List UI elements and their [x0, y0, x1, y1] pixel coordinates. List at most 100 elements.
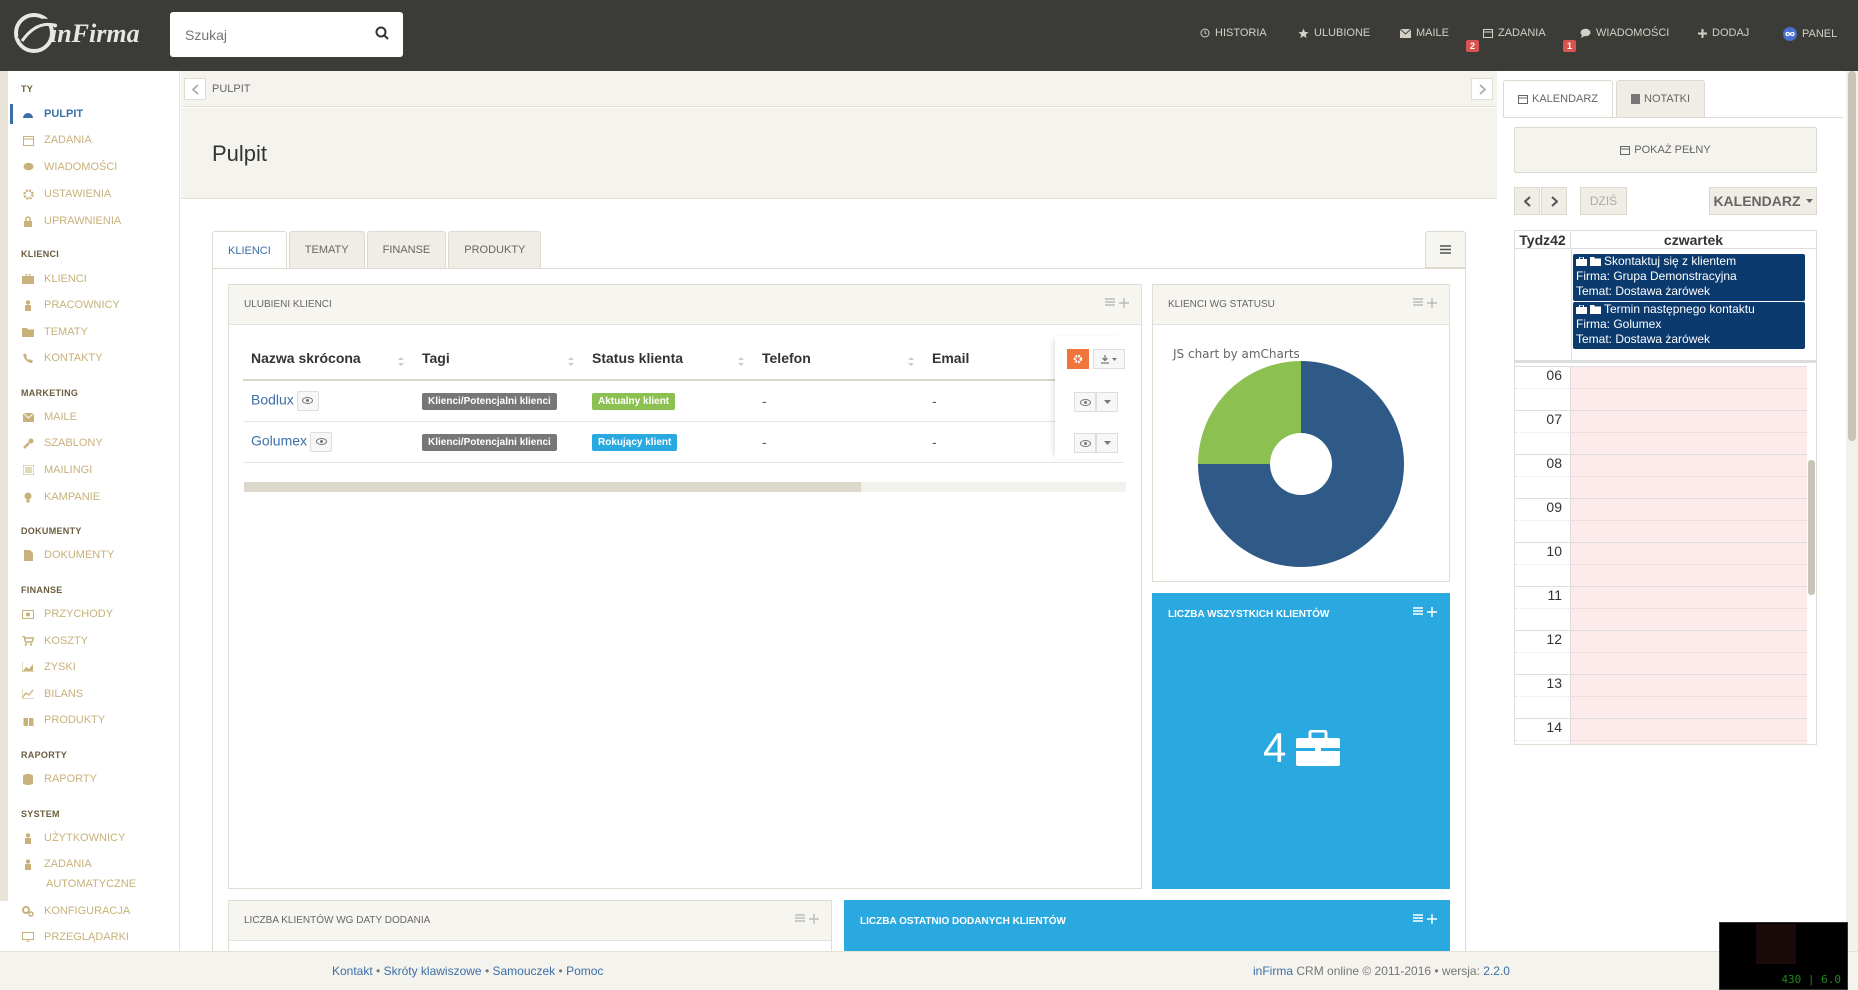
sidebar-item-konfiguracja[interactable]: KONFIGURACJA — [22, 905, 130, 917]
sidebar-item-dokumenty[interactable]: DOKUMENTY — [22, 549, 114, 561]
row-dropdown[interactable] — [1096, 392, 1118, 412]
sidebar-item-przegladarki[interactable]: PRZEGLĄDARKI — [22, 931, 129, 943]
move-icon[interactable] — [1427, 298, 1437, 308]
tab-klienci[interactable]: KLIENCI — [212, 231, 287, 269]
tab-tematy[interactable]: TEMATY — [288, 231, 365, 268]
tab-finanse[interactable]: FINANSE — [366, 231, 447, 268]
footer-link-samouczek[interactable]: Samouczek — [492, 964, 555, 978]
sidebar-item-ustawienia[interactable]: USTAWIENIA — [22, 188, 111, 200]
calendar-event[interactable]: Skontaktuj się z klientem Firma: Grupa D… — [1573, 254, 1805, 301]
table-scrollbar-thumb[interactable] — [244, 482, 861, 492]
tab-kalendarz[interactable]: KALENDARZ — [1503, 80, 1614, 117]
calendar-hour-row: 12 — [1515, 630, 1816, 674]
nav-maile[interactable]: MAILE — [1400, 27, 1449, 39]
client-link[interactable]: Bodlux — [251, 391, 294, 407]
row-view-button[interactable] — [1074, 433, 1096, 453]
sidebar-item-zadania[interactable]: ZADANIA — [22, 134, 92, 146]
panel-menu-icon[interactable] — [1413, 607, 1423, 615]
sidebar-item-produkty[interactable]: PRODUKTY — [22, 714, 105, 726]
page-scrollbar-thumb[interactable] — [1848, 71, 1856, 441]
hamburger-icon — [1440, 245, 1451, 254]
table-settings-button[interactable] — [1067, 349, 1089, 369]
eye-icon — [302, 397, 314, 405]
sidebar-item-mailingi[interactable]: MAILINGI — [22, 464, 92, 476]
calendar-prev-button[interactable] — [1514, 187, 1540, 215]
col-tagi[interactable]: Tagi — [414, 336, 584, 381]
tab-notatki[interactable]: NOTATKI — [1616, 80, 1706, 117]
sidebar-item-koszty[interactable]: KOSZTY — [22, 635, 88, 647]
calendar-next-button[interactable] — [1541, 187, 1567, 215]
nav-wiadomosci[interactable]: WIADOMOŚCI — [1580, 27, 1669, 39]
sidebar-item-kontakty[interactable]: KONTAKTY — [22, 352, 102, 364]
sidebar-item-tematy[interactable]: TEMATY — [22, 326, 88, 338]
move-icon[interactable] — [1427, 607, 1437, 617]
calendar-view-dropdown[interactable]: KALENDARZ — [1709, 187, 1817, 215]
row-dropdown[interactable] — [1096, 433, 1118, 453]
sidebar-item-bilans[interactable]: BILANS — [22, 688, 83, 700]
client-link[interactable]: Golumex — [251, 432, 307, 448]
nav-ulubione[interactable]: ULUBIONE — [1298, 27, 1370, 39]
calendar-icon — [1483, 29, 1493, 38]
col-nazwa[interactable]: Nazwa skrócona — [243, 336, 414, 381]
col-telefon[interactable]: Telefon — [754, 336, 924, 381]
section-system: SYSTEM — [21, 809, 60, 819]
gift-icon — [22, 714, 34, 726]
sidebar-item-wiadomosci[interactable]: WIADOMOŚCI — [22, 161, 117, 173]
sidebar-item-szablony[interactable]: SZABLONY — [22, 437, 103, 449]
pie-slice-1[interactable] — [1198, 361, 1301, 464]
sidebar-item-kampanie[interactable]: KAMPANIE — [22, 491, 100, 503]
sidebar-item-zadania-automatyczne[interactable]: ZADANIA — [22, 858, 92, 870]
tab-produkty[interactable]: PRODUKTY — [448, 231, 542, 268]
search-icon[interactable] — [375, 26, 389, 43]
tabs-menu-button[interactable] — [1425, 231, 1466, 268]
sidebar-item-przychody[interactable]: PRZYCHODY — [22, 608, 113, 620]
panel-menu-icon[interactable] — [1413, 298, 1423, 306]
infinity-icon — [1783, 27, 1797, 41]
half-hour-line — [1571, 564, 1807, 565]
user-icon — [22, 299, 34, 311]
page-header: Pulpit — [181, 108, 1497, 199]
col-status[interactable]: Status klienta — [584, 336, 754, 381]
search-input[interactable] — [170, 12, 360, 57]
nav-zadania[interactable]: ZADANIA — [1483, 27, 1546, 39]
footer-link-kontakt[interactable]: Kontakt — [332, 964, 373, 978]
sidebar-item-raporty[interactable]: RAPORTY — [22, 773, 97, 785]
nav-panel[interactable]: PANEL — [1783, 27, 1837, 41]
collapse-right-button[interactable] — [1471, 78, 1493, 100]
row-view-button[interactable] — [1074, 392, 1096, 412]
nav-dodaj[interactable]: DODAJ — [1698, 27, 1749, 39]
sidebar-item-maile[interactable]: MAILE — [22, 411, 77, 423]
sidebar-item-pulpit[interactable]: PULPIT — [22, 108, 83, 120]
show-full-calendar-button[interactable]: POKAŻ PEŁNY — [1514, 127, 1817, 173]
panel-menu-icon[interactable] — [1105, 298, 1115, 306]
cart-icon — [22, 635, 34, 647]
move-icon[interactable] — [1119, 298, 1129, 308]
sidebar-item-label-automatyczne[interactable]: AUTOMATYCZNE — [46, 878, 136, 890]
panel-menu-icon[interactable] — [1413, 914, 1423, 922]
move-icon[interactable] — [809, 914, 819, 924]
footer-brand-link[interactable]: inFirma — [1253, 964, 1293, 978]
calendar-scrollbar-thumb[interactable] — [1808, 460, 1815, 595]
nav-historia[interactable]: HISTORIA — [1200, 27, 1267, 39]
app-logo[interactable]: inFirma — [12, 9, 142, 57]
sidebar-item-klienci[interactable]: KLIENCI — [22, 273, 87, 285]
sidebar-item-pracownicy[interactable]: PRACOWNICY — [22, 299, 120, 311]
footer-link-skroty[interactable]: Skróty klawiszowe — [384, 964, 482, 978]
breadcrumb-current[interactable]: PULPIT — [212, 83, 251, 95]
sidebar-item-uzytkownicy[interactable]: UŻYTKOWNICY — [22, 832, 125, 844]
collapse-left-button[interactable] — [184, 78, 206, 100]
sidebar-item-uprawnienia[interactable]: UPRAWNIENIA — [22, 215, 121, 227]
move-icon[interactable] — [1427, 914, 1437, 924]
preview-button[interactable] — [296, 390, 319, 411]
calendar-event[interactable]: Termin następnego kontaktu Firma: Golume… — [1573, 302, 1805, 349]
desktop-icon — [22, 931, 34, 943]
eye-icon — [1079, 439, 1091, 447]
status-title: KLIENCI WG STATUSU — [1168, 299, 1275, 310]
sidebar-item-zyski[interactable]: ZYSKI — [22, 661, 76, 673]
calendar-today-button[interactable]: DZIŚ — [1580, 187, 1627, 215]
preview-button[interactable] — [310, 431, 333, 452]
panel-menu-icon[interactable] — [795, 914, 805, 922]
export-dropdown[interactable] — [1093, 349, 1125, 369]
tag-badge: Klienci/Potencjalni klienci — [422, 393, 557, 411]
footer-link-pomoc[interactable]: Pomoc — [566, 964, 603, 978]
